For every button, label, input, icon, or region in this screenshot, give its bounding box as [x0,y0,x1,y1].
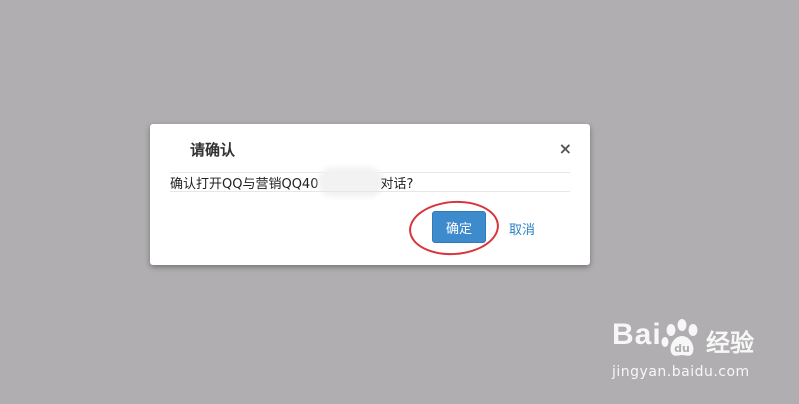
watermark-brand: Bai [612,318,662,351]
confirm-button[interactable]: 确定 [432,211,486,243]
watermark-jingyan: 经验 [706,329,754,357]
redacted-number-mask [322,171,381,193]
divider [170,191,570,192]
svg-text:du: du [674,342,690,355]
confirm-dialog: 请确认 × 确认打开QQ与营销QQ40 对话? 确定 取消 [150,124,590,265]
message-prefix: 确认打开QQ与营销QQ40 [170,176,319,192]
watermark-url: jingyan.baidu.com [612,364,750,380]
cancel-link[interactable]: 取消 [509,219,535,238]
message-suffix: 对话? [380,176,414,192]
dialog-message: 确认打开QQ与营销QQ40 对话? [170,171,414,193]
close-icon[interactable]: × [559,140,572,158]
paw-icon: du [661,319,698,356]
dialog-title: 请确认 [190,141,236,159]
baidu-jingyan-watermark: Bai du 经验 jingyan.baidu.com [612,318,787,388]
